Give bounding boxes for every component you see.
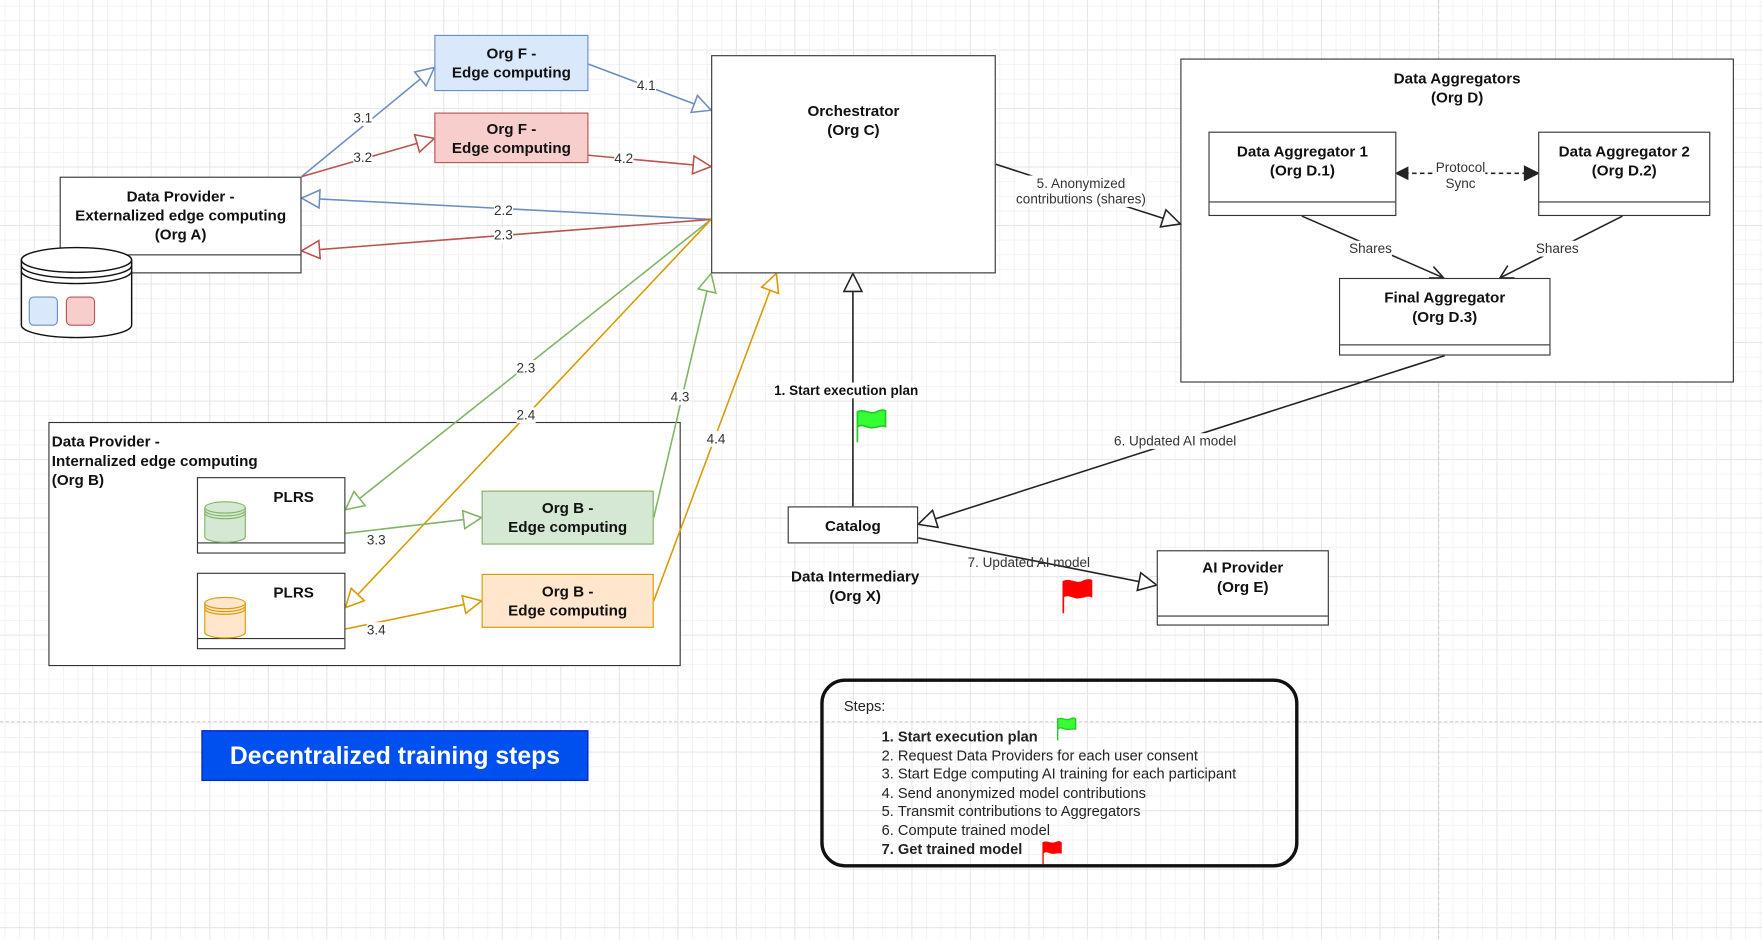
edge-2-3-red-arrowhead [299, 239, 322, 260]
step-text: Get trained model [897, 840, 1023, 857]
diagram-canvas: Data Aggregators (Org D) Data Provider -… [0, 0, 1762, 940]
separator [1209, 201, 1396, 203]
edge-label-2-2: 2.2 [493, 202, 513, 219]
orchestrator[interactable]: Orchestrator (Org C) [711, 55, 996, 274]
edge-3-2-arrowhead [413, 133, 437, 154]
edge-label-5-anonymized-contributions: 5. Anonymized contributions (shares) [1016, 175, 1146, 208]
edge-label-protocol-sync: Protocol Sync [1435, 159, 1486, 192]
ai-provider-label: AI Provider (Org E) [1202, 559, 1284, 596]
orchestrator-label: Orchestrator (Org C) [807, 102, 900, 139]
red-data-square [65, 296, 96, 326]
database-icon [20, 246, 133, 339]
steps-list: Start execution plan Request Data Provid… [851, 728, 1236, 859]
edge-6-updated-ai-model-arrowhead [916, 508, 940, 529]
step-text: Send anonymized model contributions [897, 784, 1146, 801]
edge-4-4-arrowhead [760, 271, 780, 295]
steps-title: Steps: [843, 697, 886, 715]
edge-3-3-line [345, 516, 482, 535]
separator [1539, 201, 1710, 203]
edge-label-3-1: 3.1 [353, 110, 373, 127]
aggregator-2-label: Data Aggregator 2 (Org D.2) [1558, 142, 1690, 179]
aggregator-1-label: Data Aggregator 1 (Org D.1) [1236, 142, 1368, 179]
edge-label-2-3-green: 2.3 [516, 360, 536, 376]
edge-label-6-updated-ai-model: 6. Updated AI model [1113, 433, 1237, 449]
step-item: Get trained model [898, 840, 1236, 859]
plrs-label: PLRS [273, 488, 314, 506]
step-text: Compute trained model [897, 821, 1050, 839]
blue-data-square [28, 296, 58, 326]
edge-5-contributions-arrowhead [1159, 208, 1183, 228]
separator [1340, 344, 1550, 346]
org-b-edge-computing-orange[interactable]: Org B - Edge computing [481, 573, 654, 628]
step-item: Compute trained model [898, 821, 1236, 840]
edge-2-3-green-arrowhead [344, 489, 367, 511]
org-f-blue-label: Org F - Edge computing [451, 45, 571, 82]
edge-4-3-arrowhead [696, 271, 717, 295]
edge-3-1-arrowhead [413, 66, 436, 88]
title-banner: Decentralized training steps [201, 730, 589, 781]
edge-label-3-3: 3.3 [366, 532, 386, 548]
edge-4-2-arrowhead [691, 154, 713, 176]
edge-2-2-arrowhead [299, 188, 321, 210]
edge-label-4-1: 4.1 [636, 77, 656, 94]
sync-arrowhead-right [1523, 165, 1540, 182]
org-b-orange-label: Org B - Edge computing [508, 582, 628, 619]
edge-label-4-4: 4.4 [706, 430, 726, 447]
edge-7-updated-ai-model-arrowhead [1136, 571, 1159, 592]
step-item: Transmit contributions to Aggregators [898, 803, 1236, 822]
data-aggregator-2[interactable]: Data Aggregator 2 (Org D.2) [1538, 131, 1711, 217]
plrs-green[interactable]: PLRS [196, 477, 346, 554]
plrs-label: PLRS [273, 583, 314, 601]
red-flag-icon [1062, 579, 1093, 614]
edge-label-shares-2: Shares [1535, 240, 1579, 257]
catalog-label: Catalog [825, 517, 881, 535]
database-orange-icon [204, 596, 246, 639]
steps-legend: Steps: Start execution plan Request Data… [820, 678, 1299, 868]
step-text: Start Edge computing AI training for eac… [897, 765, 1237, 783]
step-text: Start execution plan [897, 728, 1038, 745]
database-green-icon [204, 501, 246, 543]
edge-label-2-4: 2.4 [516, 407, 536, 424]
step-text: Transmit contributions to Aggregators [897, 802, 1141, 820]
data-intermediary-label: Data Intermediary (Org X) [790, 568, 920, 605]
step-text: Request Data Providers for each user con… [897, 746, 1198, 764]
step-item: Send anonymized model contributions [898, 784, 1236, 803]
org-b-edge-computing-green[interactable]: Org B - Edge computing [481, 490, 654, 545]
edge-label-7-updated-ai-model: 7. Updated AI model [967, 554, 1091, 571]
green-flag-icon [1057, 717, 1077, 741]
data-provider-a-label: Data Provider - Externalized edge comput… [75, 187, 287, 244]
red-flag-icon [1042, 841, 1062, 865]
org-f-edge-computing-blue[interactable]: Org F - Edge computing [434, 34, 589, 92]
org-b-green-label: Org B - Edge computing [508, 499, 628, 536]
edge-label-1-start-execution-plan: 1. Start execution plan [774, 382, 919, 399]
org-f-red-label: Org F - Edge computing [451, 120, 571, 157]
ai-provider[interactable]: AI Provider (Org E) [1156, 550, 1329, 626]
green-flag-icon [856, 409, 887, 443]
final-aggregator[interactable]: Final Aggregator (Org D.3) [1338, 277, 1551, 356]
edge-label-4-2: 4.2 [614, 150, 634, 167]
edge-3-3-arrowhead [461, 509, 484, 530]
edge-label-3-4: 3.4 [366, 622, 386, 638]
sync-arrowhead-left [1394, 166, 1409, 181]
plrs-orange[interactable]: PLRS [196, 572, 346, 650]
separator [1157, 615, 1328, 617]
data-aggregator-1[interactable]: Data Aggregator 1 (Org D.1) [1208, 131, 1397, 217]
catalog[interactable]: Catalog [787, 506, 919, 544]
edge-1-start-execution-plan-arrowhead [842, 271, 864, 293]
edge-label-shares-1: Shares [1349, 240, 1392, 257]
org-f-edge-computing-red[interactable]: Org F - Edge computing [434, 112, 589, 164]
step-item: Start Edge computing AI training for eac… [898, 765, 1236, 784]
edge-label-3-2: 3.2 [353, 149, 373, 166]
final-aggregator-label: Final Aggregator (Org D.3) [1384, 289, 1506, 326]
edge-label-2-3-red: 2.3 [493, 227, 513, 244]
step-item: Request Data Providers for each user con… [898, 747, 1236, 766]
edge-label-4-3: 4.3 [670, 389, 690, 406]
edge-3-4-arrowhead [461, 594, 484, 615]
edge-4-1-arrowhead [689, 94, 713, 114]
